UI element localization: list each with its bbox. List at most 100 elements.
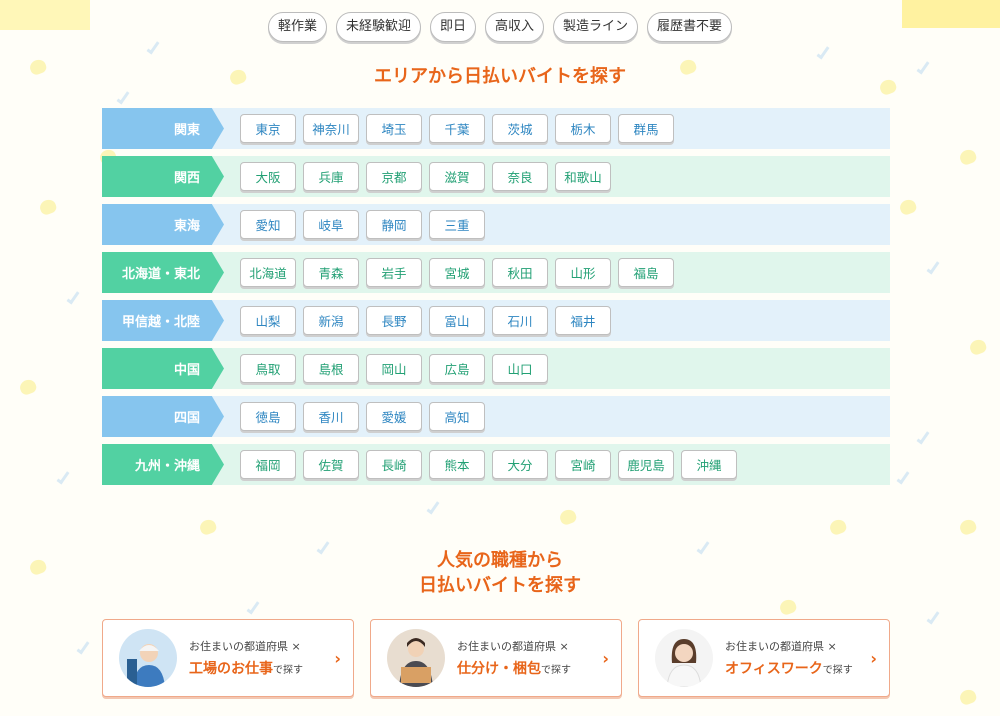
prefecture-list: 鳥取 島根 岡山 広島 山口 xyxy=(240,354,548,383)
prefecture-button[interactable]: 山梨 xyxy=(240,306,296,335)
heart-decoration-icon xyxy=(198,517,218,537)
check-decoration-icon xyxy=(116,89,130,105)
region-label: 九州・沖縄 xyxy=(102,444,224,485)
prefecture-button[interactable]: 滋賀 xyxy=(429,162,485,191)
prefecture-button[interactable]: 岐阜 xyxy=(303,210,359,239)
prefecture-button[interactable]: 鳥取 xyxy=(240,354,296,383)
job-category-cards: お住まいの都道府県 × 工場のお仕事で探す › お住まいの都道府県 × 仕分け・… xyxy=(102,619,890,697)
prefecture-button[interactable]: 岩手 xyxy=(366,258,422,287)
factory-worker-photo xyxy=(119,629,177,687)
prefecture-button[interactable]: 愛媛 xyxy=(366,402,422,431)
tag-button[interactable]: 履歴書不要 xyxy=(647,12,733,42)
prefecture-button[interactable]: 長崎 xyxy=(366,450,422,479)
prefecture-button[interactable]: 富山 xyxy=(429,306,485,335)
prefecture-list: 福岡 佐賀 長崎 熊本 大分 宮崎 鹿児島 沖縄 xyxy=(240,450,737,479)
card-suffix: で探す xyxy=(541,665,571,676)
packing-worker-photo xyxy=(387,629,445,687)
prefecture-button[interactable]: 茨城 xyxy=(492,114,548,143)
prefecture-button[interactable]: 群馬 xyxy=(618,114,674,143)
prefecture-button[interactable]: 北海道 xyxy=(240,258,296,287)
prefecture-button[interactable]: 熊本 xyxy=(429,450,485,479)
prefecture-button[interactable]: 大阪 xyxy=(240,162,296,191)
prefecture-button[interactable]: 福井 xyxy=(555,306,611,335)
prefecture-button[interactable]: 大分 xyxy=(492,450,548,479)
chevron-right-icon: › xyxy=(334,648,341,668)
prefecture-button[interactable]: 山形 xyxy=(555,258,611,287)
region-label: 甲信越・北陸 xyxy=(102,300,224,341)
prefecture-button[interactable]: 秋田 xyxy=(492,258,548,287)
prefecture-button[interactable]: 愛知 xyxy=(240,210,296,239)
tag-button[interactable]: 即日 xyxy=(429,12,476,42)
prefecture-button[interactable]: 栃木 xyxy=(555,114,611,143)
card-title: 仕分け・梱包 xyxy=(457,661,541,677)
card-subtitle: お住まいの都道府県 × xyxy=(189,640,301,653)
prefecture-button[interactable]: 石川 xyxy=(492,306,548,335)
check-decoration-icon xyxy=(816,44,830,60)
prefecture-button[interactable]: 佐賀 xyxy=(303,450,359,479)
region-list: 関東 東京 神奈川 埼玉 千葉 茨城 栃木 群馬 関西 大阪 兵庫 京都 滋賀 奈良 和歌山 東海 愛知 岐阜 静岡… xyxy=(102,108,890,492)
heart-decoration-icon xyxy=(778,597,798,617)
chevron-right-icon: › xyxy=(602,648,609,668)
heart-decoration-icon xyxy=(958,517,978,537)
check-decoration-icon xyxy=(916,429,930,445)
tag-button[interactable]: 高収入 xyxy=(485,12,545,42)
region-row: 中国 鳥取 島根 岡山 広島 山口 xyxy=(102,348,890,389)
prefecture-button[interactable]: 神奈川 xyxy=(303,114,359,143)
prefecture-button[interactable]: 青森 xyxy=(303,258,359,287)
prefecture-button[interactable]: 福島 xyxy=(618,258,674,287)
job-section-title-line2: 日払いバイトを探す xyxy=(419,575,581,596)
prefecture-button[interactable]: 静岡 xyxy=(366,210,422,239)
prefecture-list: 愛知 岐阜 静岡 三重 xyxy=(240,210,485,239)
office-worker-photo xyxy=(655,629,713,687)
prefecture-button[interactable]: 奈良 xyxy=(492,162,548,191)
region-label: 北海道・東北 xyxy=(102,252,224,293)
tag-button[interactable]: 軽作業 xyxy=(267,12,327,42)
region-row: 東海 愛知 岐阜 静岡 三重 xyxy=(102,204,890,245)
job-card-factory[interactable]: お住まいの都道府県 × 工場のお仕事で探す › xyxy=(102,619,354,697)
prefecture-button[interactable]: 島根 xyxy=(303,354,359,383)
prefecture-button[interactable]: 高知 xyxy=(429,402,485,431)
prefecture-button[interactable]: 東京 xyxy=(240,114,296,143)
tag-button[interactable]: 製造ライン xyxy=(553,12,639,42)
prefecture-list: 山梨 新潟 長野 富山 石川 福井 xyxy=(240,306,611,335)
prefecture-button[interactable]: 新潟 xyxy=(303,306,359,335)
prefecture-button[interactable]: 京都 xyxy=(366,162,422,191)
region-row: 甲信越・北陸 山梨 新潟 長野 富山 石川 福井 xyxy=(102,300,890,341)
job-card-packing[interactable]: お住まいの都道府県 × 仕分け・梱包で探す › xyxy=(370,619,622,697)
job-card-office[interactable]: お住まいの都道府県 × オフィスワークで探す › xyxy=(638,619,890,697)
heart-decoration-icon xyxy=(968,337,988,357)
heart-decoration-icon xyxy=(828,517,848,537)
prefecture-button[interactable]: 千葉 xyxy=(429,114,485,143)
popular-tags: 軽作業 未経験歓迎 即日 高収入 製造ライン 履歴書不要 xyxy=(0,12,1000,42)
prefecture-list: 大阪 兵庫 京都 滋賀 奈良 和歌山 xyxy=(240,162,611,191)
prefecture-button[interactable]: 宮崎 xyxy=(555,450,611,479)
check-decoration-icon xyxy=(56,469,70,485)
prefecture-button[interactable]: 沖縄 xyxy=(681,450,737,479)
prefecture-button[interactable]: 岡山 xyxy=(366,354,422,383)
prefecture-button[interactable]: 埼玉 xyxy=(366,114,422,143)
job-section-title-line1: 人気の職種から xyxy=(437,550,563,571)
check-decoration-icon xyxy=(926,259,940,275)
prefecture-button[interactable]: 徳島 xyxy=(240,402,296,431)
region-label: 東海 xyxy=(102,204,224,245)
prefecture-button[interactable]: 鹿児島 xyxy=(618,450,674,479)
region-row: 九州・沖縄 福岡 佐賀 長崎 熊本 大分 宮崎 鹿児島 沖縄 xyxy=(102,444,890,485)
area-section-title: エリアから日払いバイトを探す xyxy=(374,66,626,87)
prefecture-button[interactable]: 福岡 xyxy=(240,450,296,479)
tag-button[interactable]: 未経験歓迎 xyxy=(335,12,421,42)
region-row: 北海道・東北 北海道 青森 岩手 宮城 秋田 山形 福島 xyxy=(102,252,890,293)
check-decoration-icon xyxy=(66,289,80,305)
prefecture-button[interactable]: 宮城 xyxy=(429,258,485,287)
prefecture-button[interactable]: 兵庫 xyxy=(303,162,359,191)
heart-decoration-icon xyxy=(38,197,58,217)
region-label: 関東 xyxy=(102,108,224,149)
prefecture-button[interactable]: 三重 xyxy=(429,210,485,239)
prefecture-button[interactable]: 長野 xyxy=(366,306,422,335)
region-label: 四国 xyxy=(102,396,224,437)
prefecture-button[interactable]: 山口 xyxy=(492,354,548,383)
prefecture-button[interactable]: 香川 xyxy=(303,402,359,431)
job-section-title: 人気の職種から 日払いバイトを探す xyxy=(0,548,1000,598)
region-label: 関西 xyxy=(102,156,224,197)
prefecture-button[interactable]: 広島 xyxy=(429,354,485,383)
prefecture-button[interactable]: 和歌山 xyxy=(555,162,611,191)
